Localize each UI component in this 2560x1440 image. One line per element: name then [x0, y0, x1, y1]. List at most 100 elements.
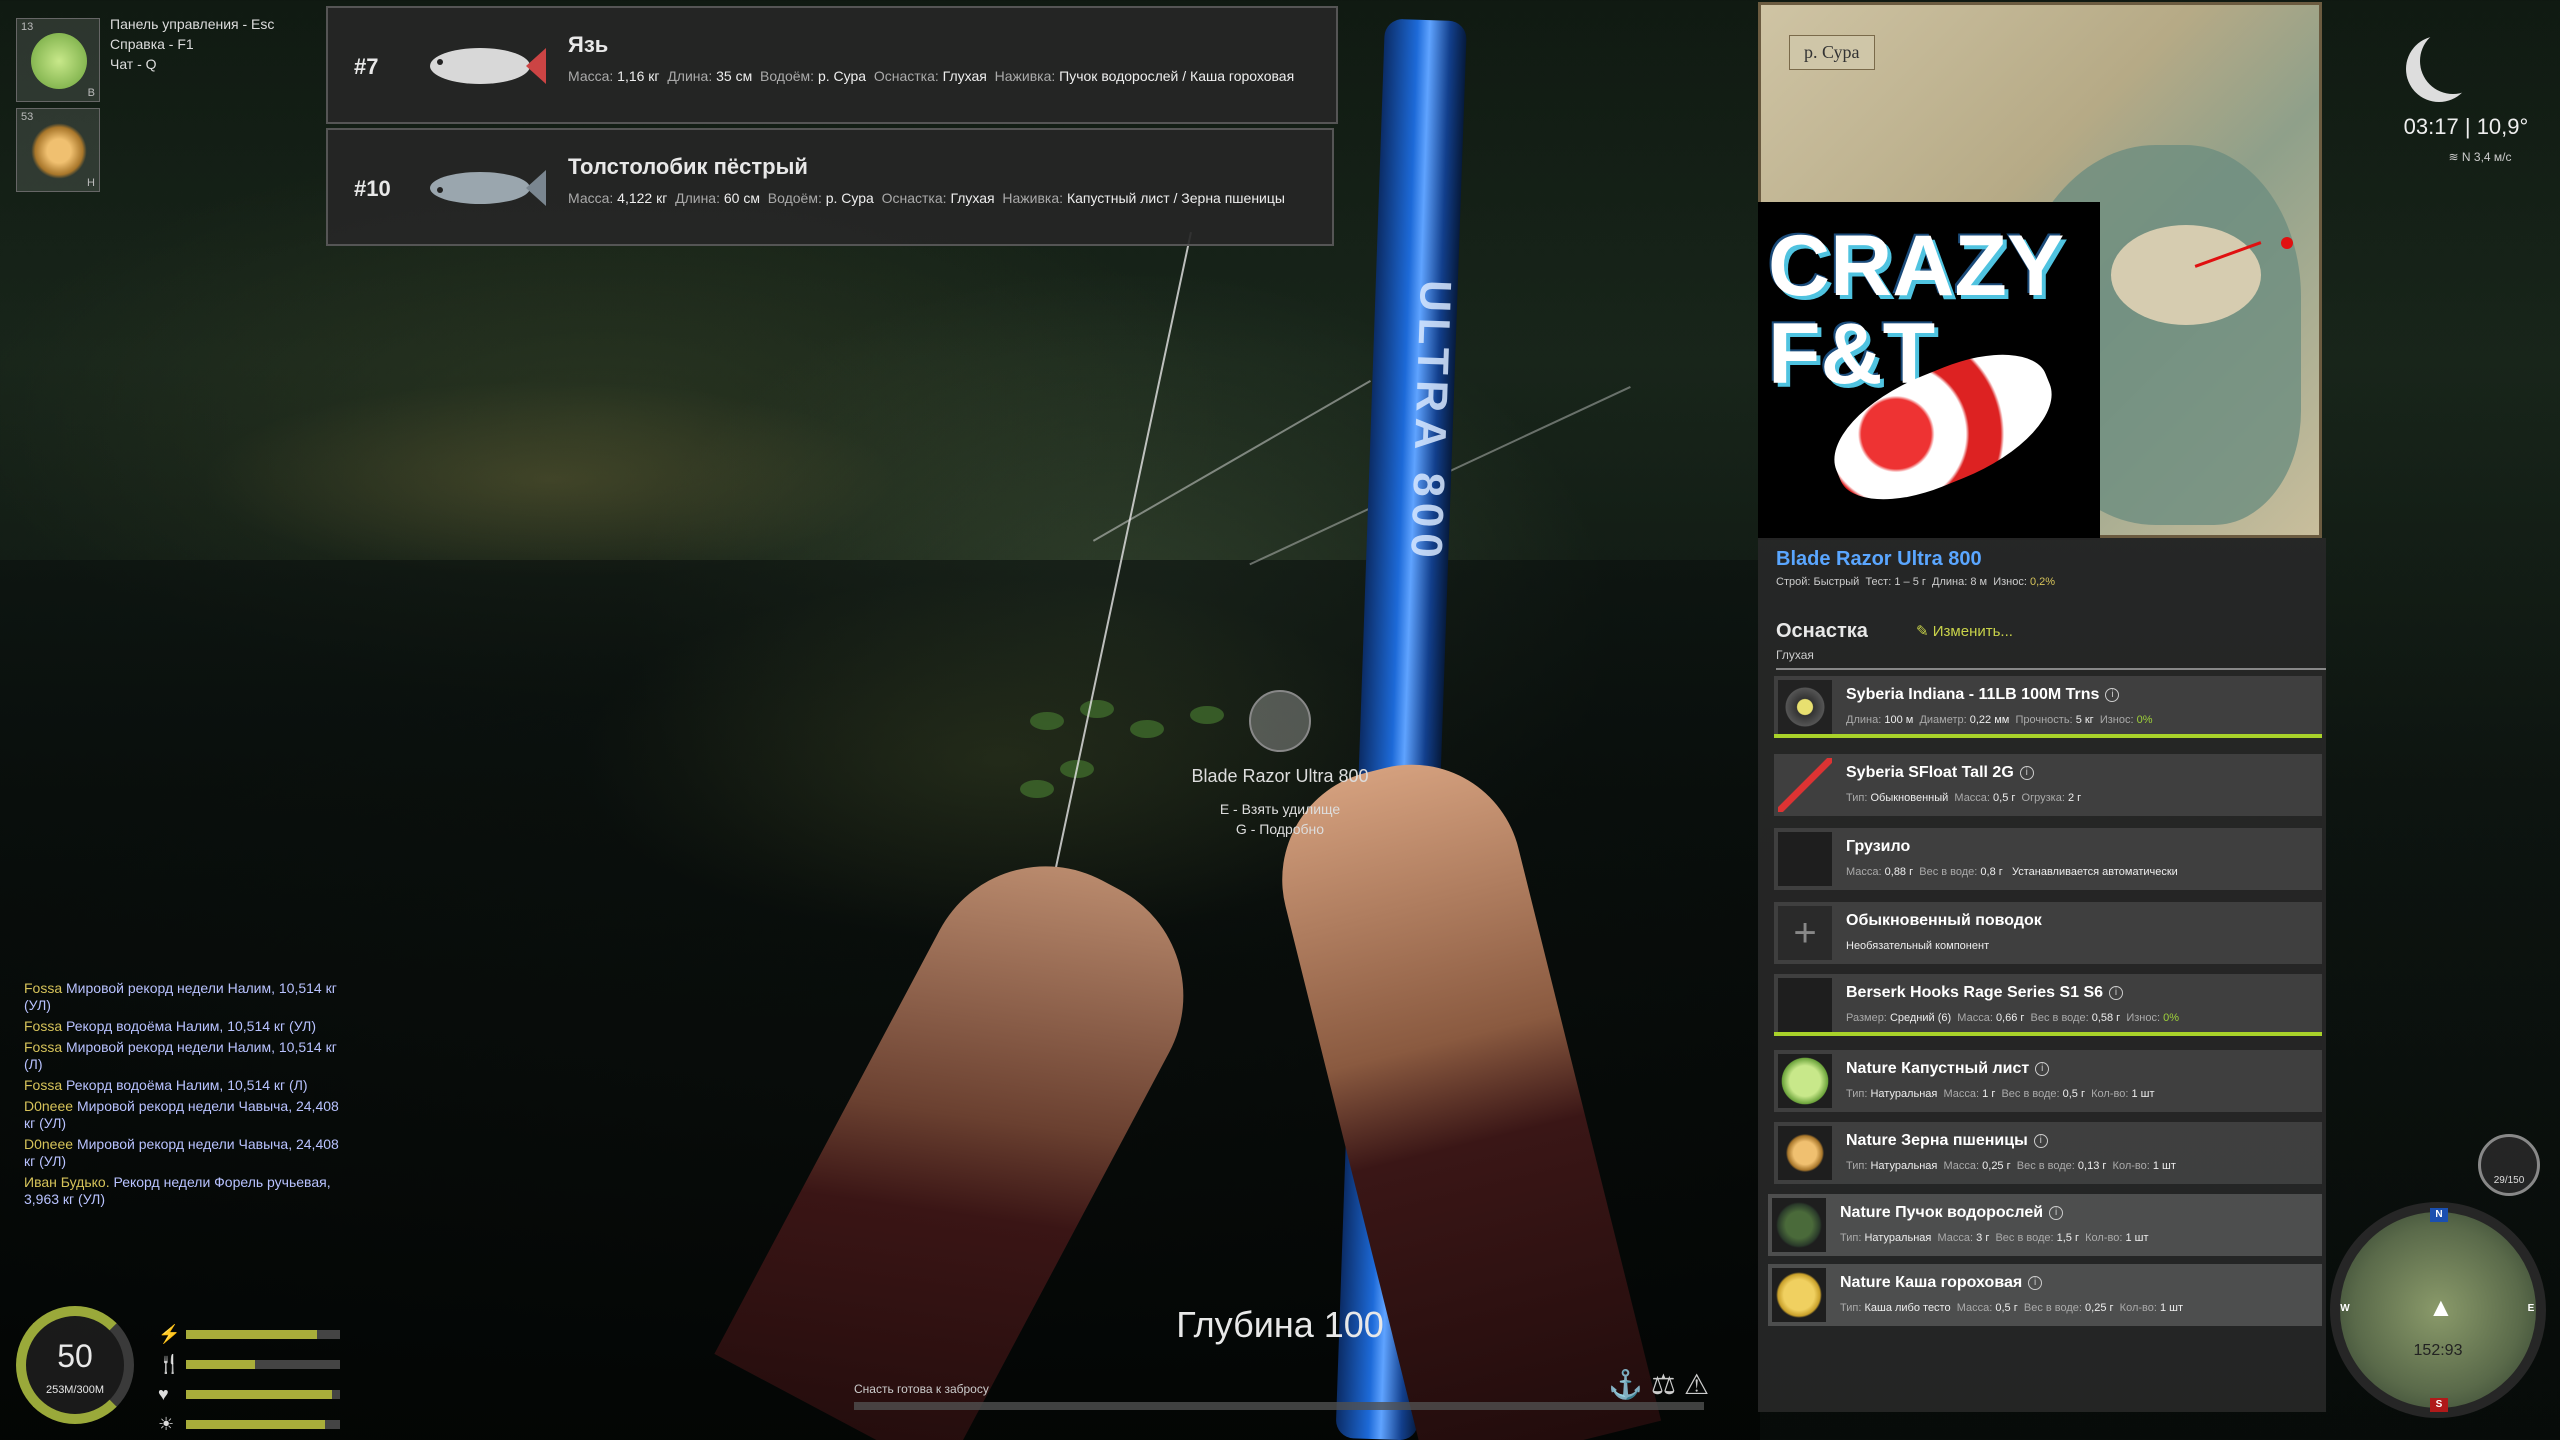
- slot-number: 53: [21, 111, 34, 123]
- time-temperature: 03:17 | 10,9°: [2403, 114, 2529, 139]
- wind-info: ≋ N 3,4 м/с: [2410, 150, 2550, 164]
- tackle-item-name: Berserk Hooks Rage Series S1 S6 i: [1846, 984, 2124, 1002]
- tackle-item-stats: Длина: 100 м Диаметр: 0,22 мм Прочность:…: [1846, 714, 2153, 726]
- rod-details-hint: G - Подробно: [1235, 821, 1325, 837]
- tackle-item[interactable]: Nature Капустный лист i Тип: Натуральная М…: [1774, 1050, 2322, 1112]
- cabbage-leaf-icon: [31, 33, 87, 89]
- slot-key: B: [87, 87, 95, 99]
- slot-number: 13: [21, 21, 34, 33]
- line-spool-icon: [1778, 680, 1832, 734]
- chat-text: Рекорд водоёма Налим, 10,514 кг (Л): [66, 1077, 308, 1093]
- level-ring: 50 253M/300M: [16, 1306, 134, 1424]
- take-rod-hint: E - Взять удилище: [1219, 801, 1341, 817]
- info-icon[interactable]: i: [2049, 1205, 2064, 1220]
- chat-message: Fossa Мировой рекорд недели Налим, 10,51…: [24, 1039, 344, 1073]
- hook-icon: [1778, 978, 1832, 1032]
- rod-stand-icon: ⚓: [1608, 1369, 1651, 1400]
- catch-fish-name: Толстолобик пёстрый: [568, 154, 808, 179]
- tackle-panel: Blade Razor Ultra 800 Строй: Быстрый Тес…: [1758, 538, 2326, 1412]
- chat-nick: Fossa: [24, 1039, 63, 1055]
- info-icon[interactable]: i: [2028, 1275, 2043, 1290]
- info-icon[interactable]: i: [2109, 985, 2124, 1000]
- key-hints: Панель управления - Esc Справка - F1 Чат…: [110, 14, 274, 74]
- crazy-ft-logo: CRAZY F&T: [1758, 202, 2100, 540]
- wind-icon: ≋: [2448, 150, 2459, 164]
- stat-bar: [186, 1330, 340, 1339]
- rod-stats: Строй: Быстрый Тест: 1 – 5 г Длина: 8 м …: [1776, 576, 2056, 588]
- tackle-item-stats: Тип: Каша либо тесто Масса: 0,5 г Вес в …: [1840, 1302, 2184, 1314]
- chat-nick: D0neee: [24, 1136, 74, 1152]
- rig-title: Оснастка: [1776, 620, 1868, 642]
- weight-icon: ⚖: [1650, 1369, 1684, 1400]
- heart-icon: ♥: [158, 1384, 169, 1404]
- chat-message: D0neee Мировой рекорд недели Чавыча, 24,…: [24, 1136, 344, 1170]
- wheat-grain-icon: [1778, 1126, 1832, 1180]
- tackle-item[interactable]: Грузило Масса: 0,88 г Вес в воде: 0,8 г У…: [1774, 828, 2322, 890]
- minimap[interactable]: N S W E ▲ 152:93: [2330, 1202, 2546, 1418]
- catch-notification: #7 Язь Масса: 1,16 кг Длина: 35 см Водоё…: [326, 6, 1338, 124]
- tackle-item[interactable]: Nature Каша гороховая i Тип: Каша либо тес…: [1768, 1264, 2322, 1326]
- lily-pad: [1030, 712, 1064, 730]
- tackle-item-name: Nature Капустный лист i: [1846, 1060, 2050, 1078]
- cast-power-bar: [854, 1402, 1704, 1410]
- tackle-item-name: Nature Каша гороховая i: [1840, 1274, 2043, 1292]
- tackle-item[interactable]: + Обыкновенный поводок Необязательный ком…: [1774, 902, 2322, 964]
- air-temperature: 10,9°: [2476, 114, 2529, 139]
- tackle-item-name: Обыкновенный поводок: [1846, 912, 2042, 929]
- chat-nick: Иван Будько.: [24, 1174, 110, 1190]
- edit-icon: ✎: [1916, 623, 1929, 640]
- compass-west: W: [2340, 1303, 2350, 1314]
- chat-nick: Fossa: [24, 1018, 63, 1034]
- warning-icon: ⚠: [1683, 1369, 1718, 1400]
- edit-rig-button[interactable]: ✎ Изменить...: [1916, 622, 2013, 640]
- stat-bar: [186, 1390, 340, 1399]
- keepnet-counter[interactable]: 29/150: [2478, 1134, 2540, 1196]
- info-icon[interactable]: i: [2033, 1133, 2048, 1148]
- float-icon: [1778, 758, 1832, 812]
- hint-chat: Чат - Q: [110, 56, 157, 72]
- tackle-item-stats: Тип: Обыкновенный Масса: 0,5 г Огрузка: …: [1846, 792, 2082, 804]
- divider: [1776, 668, 2326, 670]
- info-icon[interactable]: i: [2019, 765, 2034, 780]
- tackle-item[interactable]: Berserk Hooks Rage Series S1 S6 i Размер: …: [1774, 974, 2322, 1036]
- tackle-item-name: Грузило: [1846, 838, 1911, 855]
- fork-knife-icon: 🍴: [158, 1354, 181, 1374]
- catch-fish-name: Язь: [568, 32, 609, 57]
- chat-message: D0neee Мировой рекорд недели Чавыча, 24,…: [24, 1098, 344, 1132]
- depth-indicator: Глубина 100: [1176, 1304, 1384, 1345]
- chat-nick: D0neee: [24, 1098, 74, 1114]
- rod-pickup-prompt[interactable]: Blade Razor Ultra 800 E - Взять удилище …: [1180, 690, 1380, 839]
- wheat-grain-icon: [31, 123, 87, 179]
- stat-bar: [186, 1360, 340, 1369]
- moon-icon: [2420, 28, 2486, 94]
- tackle-item-name: Syberia Indiana - 11LB 100M Trns i: [1846, 686, 2120, 704]
- catch-details: Масса: 4,122 кг Длина: 60 см Водоём: р. …: [568, 190, 1285, 206]
- cast-status: Снасть готова к забросу: [854, 1382, 989, 1396]
- info-icon[interactable]: i: [2035, 1061, 2050, 1076]
- catch-rank: #7: [354, 54, 379, 79]
- info-icon[interactable]: i: [2105, 687, 2120, 702]
- rod-name: Blade Razor Ultra 800: [1776, 548, 1982, 570]
- chat-message: Fossa Рекорд водоёма Налим, 10,514 кг (Л…: [24, 1077, 344, 1094]
- chat-text: Мировой рекорд недели Налим, 10,514 кг (…: [24, 980, 337, 1013]
- tackle-item-stats: Тип: Натуральная Масса: 1 г Вес в воде: …: [1846, 1088, 2155, 1100]
- cabbage-leaf-icon: [1778, 1054, 1832, 1108]
- ide-fish-icon: [430, 48, 546, 84]
- tackle-item[interactable]: Nature Зерна пшеницы i Тип: Натуральная Ма…: [1774, 1122, 2322, 1184]
- catch-rank: #10: [354, 176, 391, 201]
- eye-icon: [1249, 690, 1311, 752]
- hotbar-slot-2[interactable]: 53 H: [16, 108, 100, 192]
- compass-north: N: [2430, 1208, 2448, 1222]
- lily-pad: [1020, 780, 1054, 798]
- chat-message: Fossa Рекорд водоёма Налим, 10,514 кг (У…: [24, 1018, 344, 1035]
- tackle-item-name: Nature Пучок водорослей i: [1840, 1204, 2064, 1222]
- rig-type: Глухая: [1776, 648, 1814, 662]
- chat-message: Иван Будько. Рекорд недели Форель ручьев…: [24, 1174, 344, 1208]
- map-location-label: р. Сура: [1789, 35, 1875, 70]
- rod-print: ULTRA 800: [1401, 279, 1460, 565]
- tackle-item[interactable]: Syberia SFloat Tall 2G i Тип: Обыкновенный…: [1774, 754, 2322, 816]
- tackle-item[interactable]: Syberia Indiana - 11LB 100M Trns i Длина: …: [1774, 676, 2322, 738]
- player-arrow-icon: ▲: [2428, 1292, 2454, 1322]
- tackle-item[interactable]: Nature Пучок водорослей i Тип: Натуральная…: [1768, 1194, 2322, 1256]
- hotbar-slot-1[interactable]: 13 B: [16, 18, 100, 102]
